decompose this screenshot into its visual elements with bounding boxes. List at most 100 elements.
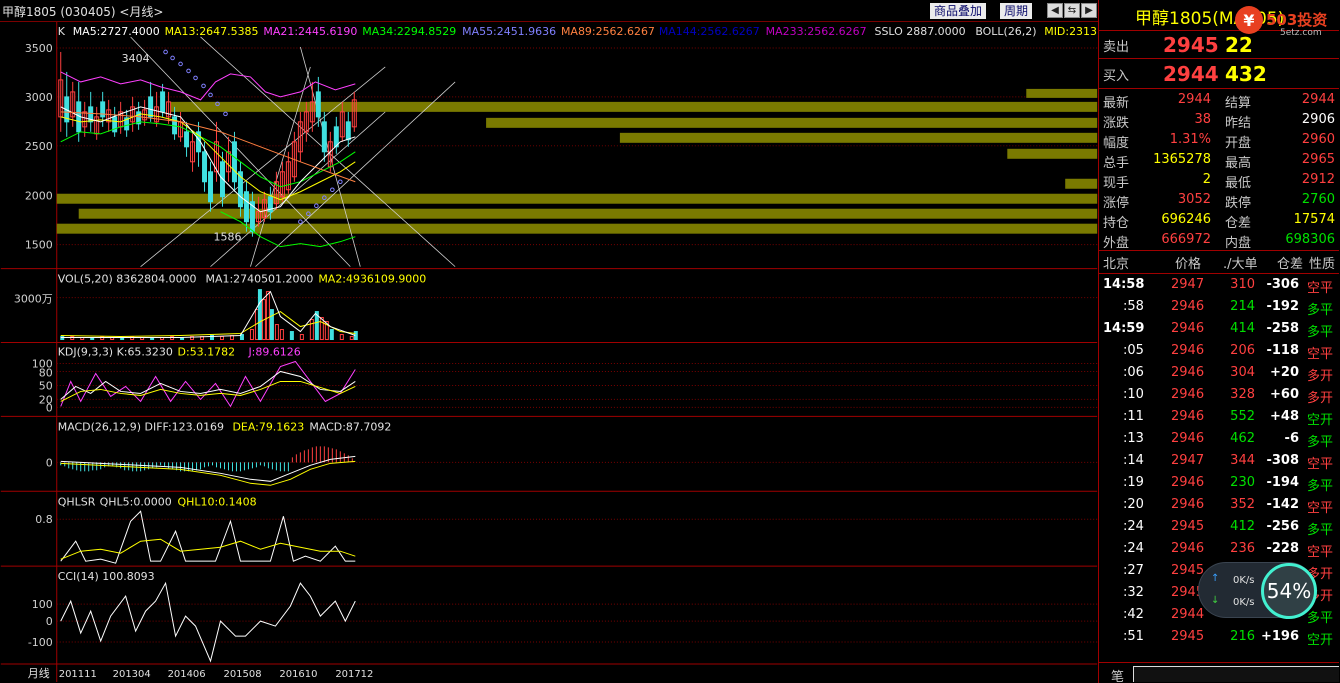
tick-volume: 206 <box>1230 343 1255 358</box>
tick-row[interactable]: 14:58 2947 310 -306 空平 <box>1099 274 1339 296</box>
tick-price: 2947 <box>1171 453 1205 468</box>
download-speed: 0K/s <box>1233 597 1255 608</box>
tick-time: :51 <box>1123 629 1144 644</box>
tick-price: 2946 <box>1171 343 1205 358</box>
candle-body <box>184 131 190 148</box>
next-icon[interactable]: ▶ <box>1081 3 1097 18</box>
tick-price: 2947 <box>1171 277 1205 292</box>
brand-logo: ¥ 503投资 5etz.com <box>1232 3 1340 38</box>
svg-text:201610: 201610 <box>279 669 317 680</box>
xaxis-label: 月线 <box>28 666 50 680</box>
tick-nature: 空平 <box>1307 347 1334 362</box>
tick-price: 2946 <box>1171 497 1205 512</box>
tick-time: :06 <box>1123 365 1144 380</box>
kdj-title: KDJ(9,3,3) K:65.3230 <box>58 345 173 358</box>
tick-diff: +60 <box>1270 387 1299 402</box>
qhlsr-q5: QHL5:0.0000 <box>100 495 172 508</box>
volume-bar <box>269 309 274 341</box>
price-axis: 3500 3000 2500 2000 1500 <box>25 42 53 252</box>
price-tick: 1500 <box>25 239 53 252</box>
tick-row[interactable]: :51 2945 216 +196 空开 <box>1099 626 1339 648</box>
low-marker: 1586 <box>214 231 242 244</box>
macd-dea: DEA:79.1623 <box>232 420 304 433</box>
tick-row[interactable]: :24 2945 412 -256 多平 <box>1099 516 1339 538</box>
vol-ma2: MA2:4936109.9000 <box>318 273 426 286</box>
kline-chart[interactable]: K MA5:2727.4000 MA13:2647.5385 MA21:2445.6… <box>0 22 1098 682</box>
tick-row[interactable]: :19 2946 230 -194 多平 <box>1099 472 1339 494</box>
stat-value: 2906 <box>1301 112 1335 127</box>
tick-row[interactable]: :10 2946 328 +60 多开 <box>1099 384 1339 406</box>
ma-legend-item: MA21:2445.6190 <box>263 25 357 38</box>
tab-trades[interactable]: 笔 <box>1111 666 1124 683</box>
xaxis-dates: 201111 201304 201406 201508 201610 20171… <box>59 669 374 680</box>
vol-ma1: MA1:2740501.2000 <box>206 273 314 286</box>
svg-text:201111: 201111 <box>59 669 97 680</box>
stat-value: 666972 <box>1161 232 1211 247</box>
qhlsr-q10: QHL10:0.1408 <box>178 495 257 508</box>
svg-text:¥: ¥ <box>1243 11 1254 30</box>
candle-body <box>345 121 351 141</box>
svg-text:0: 0 <box>46 401 53 414</box>
stat-value: 3052 <box>1177 192 1211 207</box>
candle-body <box>315 91 321 118</box>
swap-icon[interactable]: ⇆ <box>1064 3 1080 18</box>
candle-body <box>160 91 166 113</box>
stat-label: 内盘 <box>1225 236 1252 251</box>
price-tick: 2500 <box>25 140 53 153</box>
tick-time: :20 <box>1123 497 1144 512</box>
tick-time: :05 <box>1123 343 1144 358</box>
upload-icon: ↑ <box>1211 573 1220 584</box>
macd-title: MACD(26,12,9) DIFF:123.0169 <box>58 420 224 433</box>
tick-time: 14:59 <box>1103 321 1145 336</box>
svg-text:100: 100 <box>32 598 53 611</box>
period-button[interactable]: 周期 <box>1000 3 1033 19</box>
tick-time: :32 <box>1123 585 1144 600</box>
prev-icon[interactable]: ◀ <box>1047 3 1063 18</box>
chart-title: 甲醇1805 (030405) <月线> <box>2 5 164 19</box>
stat-label: 持仓 <box>1103 216 1130 231</box>
ma-legend: MA5:2727.4000 MA13:2647.5385 MA21:2445.619… <box>73 25 1097 38</box>
tick-nature: 空平 <box>1307 457 1334 472</box>
trading-app: 甲醇1805 (030405) <月线> 商品叠加 周期 ◀ ⇆ ▶ K MA5… <box>0 0 1340 683</box>
stat-label: 外盘 <box>1103 236 1130 251</box>
volume-bar <box>309 319 314 341</box>
stat-row: 现手 2 最低 2912 <box>1099 172 1339 192</box>
tick-diff: -228 <box>1266 541 1299 556</box>
volume-bar <box>249 329 254 341</box>
stat-value: 696246 <box>1161 212 1211 227</box>
ma-legend-item: BOLL(26,2) <box>975 25 1036 38</box>
tick-row[interactable]: :20 2946 352 -142 空平 <box>1099 494 1339 516</box>
ma-legend-item: MID:2313 <box>1044 25 1097 38</box>
overlay-button[interactable]: 商品叠加 <box>930 3 987 19</box>
stat-label: 涨停 <box>1103 196 1130 211</box>
tick-row[interactable]: :13 2946 462 -6 多平 <box>1099 428 1339 450</box>
tick-nature: 空开 <box>1307 413 1334 428</box>
tick-nature: 多开 <box>1307 369 1334 384</box>
candle-body <box>321 121 327 153</box>
ma-legend-item: SSLO 2887.0000 <box>875 25 966 38</box>
tick-price: 2945 <box>1171 629 1205 644</box>
stat-label: 涨跌 <box>1103 116 1130 131</box>
tick-row[interactable]: 14:59 2946 414 -258 多平 <box>1099 318 1339 340</box>
tick-row[interactable]: :24 2946 236 -228 空平 <box>1099 538 1339 560</box>
tick-price: 2946 <box>1171 365 1205 380</box>
svg-text:80: 80 <box>39 366 53 379</box>
tick-row[interactable]: :06 2946 304 +20 多开 <box>1099 362 1339 384</box>
tick-volume: 352 <box>1230 497 1255 512</box>
tick-row[interactable]: :58 2946 214 -192 多平 <box>1099 296 1339 318</box>
order-input[interactable] <box>1133 666 1339 682</box>
volume-bar <box>289 331 294 341</box>
kdj-axis: 100 80 50 20 0 <box>32 357 53 414</box>
tick-diff: -258 <box>1266 321 1299 336</box>
tick-price: 2946 <box>1171 431 1205 446</box>
stat-label: 昨结 <box>1225 116 1252 131</box>
kdj-d: D:53.1782 <box>178 345 236 358</box>
ma-legend-item: MA233:2562.6267 <box>766 25 867 38</box>
tick-row[interactable]: :11 2946 552 +48 空开 <box>1099 406 1339 428</box>
ma-lines <box>60 71 356 248</box>
tick-row[interactable]: :14 2947 344 -308 空平 <box>1099 450 1339 472</box>
k-label: K <box>58 25 66 38</box>
svg-text:5etz.com: 5etz.com <box>1280 28 1322 37</box>
tick-time: 14:58 <box>1103 277 1145 292</box>
tick-row[interactable]: :05 2946 206 -118 空平 <box>1099 340 1339 362</box>
